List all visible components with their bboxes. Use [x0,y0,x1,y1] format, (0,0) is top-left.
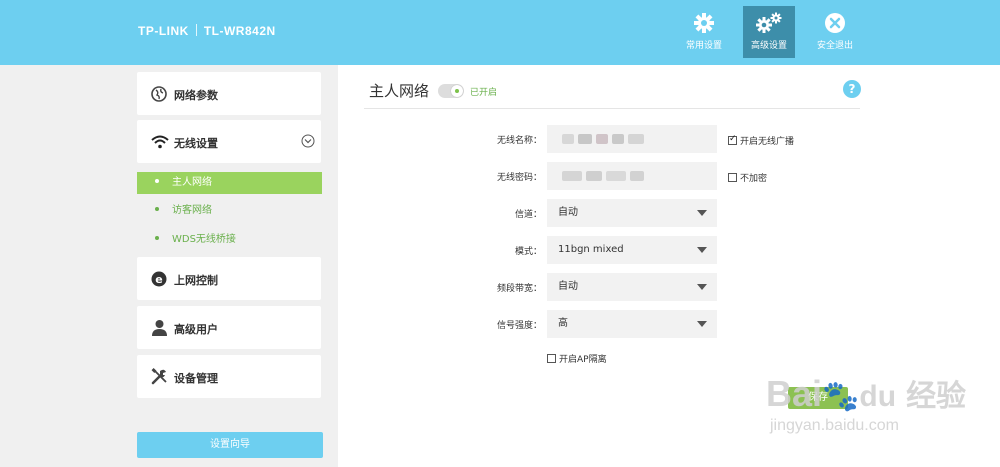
blurred-text [612,134,624,144]
blurred-text [596,134,608,144]
sidebar-item-wireless[interactable]: 无线设置 [137,120,321,163]
ssid-input[interactable] [547,125,717,153]
broadcast-checkbox[interactable]: 开启无线广播 [728,134,794,147]
sidebar-item-device-management[interactable]: 设备管理 [137,355,321,398]
select-value: 自动 [558,207,578,218]
signal-strength-select[interactable]: 高 [547,310,717,338]
checkbox-box[interactable] [728,134,737,145]
sidebar-subitem-wds[interactable]: WDS无线桥接 [137,229,322,251]
channel-select[interactable]: 自动 [547,199,717,227]
page-title: 主人网络 [369,82,430,100]
globe-icon [151,86,167,102]
gears-icon [756,12,782,33]
sidebar-item-label: 高级用户 [174,323,218,336]
dropdown-arrow-icon [697,284,707,290]
no-encryption-checkbox[interactable]: 不加密 [728,171,767,184]
nav-common-settings[interactable]: 常用设置 [678,6,730,58]
sidebar-item-label: 设备管理 [174,372,218,385]
subitem-label: 主人网络 [172,177,212,188]
subitem-label: 访客网络 [172,205,212,216]
internet-icon: e [151,271,167,287]
watermark-url: jingyan.baidu.com [770,417,899,434]
sidebar-item-label: 无线设置 [174,137,218,150]
close-circle-icon [825,13,845,33]
blurred-text [606,171,626,181]
wifi-icon [151,135,169,149]
watermark-logo: Bai🐾du 经验 [766,373,967,414]
brand-name: TP-LINK [138,24,189,38]
user-icon [152,320,167,336]
password-input[interactable] [547,162,717,190]
nav-advanced-settings[interactable]: 高级设置 [743,6,795,58]
sidebar-item-label: 网络参数 [174,89,218,102]
dropdown-arrow-icon [697,210,707,216]
nav-label: 安全退出 [816,41,853,51]
setup-wizard-button[interactable]: 设置向导 [137,432,323,458]
network-toggle[interactable] [438,84,464,98]
bandwidth-label: 频段带宽： [496,284,542,294]
subitem-label: WDS无线桥接 [172,234,236,245]
divider [364,108,860,109]
checkbox-label: 不加密 [740,174,768,184]
select-value: 自动 [558,281,578,292]
sidebar-item-advanced-user[interactable]: 高级用户 [137,306,321,349]
signal-strength-label: 信号强度： [496,321,542,331]
dropdown-arrow-icon [697,247,707,253]
checkbox-box[interactable] [728,173,737,182]
toggle-status-label: 已开启 [470,88,498,98]
dropdown-arrow-icon [697,321,707,327]
password-label: 无线密码： [496,173,542,183]
checkbox-box[interactable] [547,354,556,363]
checkbox-label: 开启无线广播 [740,137,795,147]
chevron-down-icon[interactable] [301,134,315,148]
channel-label: 信道： [514,210,542,220]
blurred-text [578,134,592,144]
blurred-text [628,134,644,144]
tools-icon [151,368,167,385]
sidebar-subitem-guest-network[interactable]: 访客网络 [137,200,322,222]
sidebar-subitem-host-network[interactable]: 主人网络 [137,172,322,194]
bullet-icon [155,236,159,240]
select-value: 高 [558,318,568,329]
ssid-label: 无线名称： [496,136,542,146]
bandwidth-select[interactable]: 自动 [547,273,717,301]
blurred-text [562,171,582,181]
blurred-text [586,171,602,181]
blurred-text [630,171,644,181]
blurred-text [562,134,574,144]
help-icon[interactable]: ? [843,80,861,98]
nav-label: 常用设置 [685,41,722,51]
select-value: 11bgn mixed [558,244,624,255]
brand-logo: TP-LINK TL-WR842N [138,24,276,38]
model-name: TL-WR842N [203,24,276,38]
main-panel: 主人网络 已开启 ? 无线名称： 开启无线广播 无线密码： 不加密 信道： 自动… [338,65,1000,467]
toggle-knob [451,85,463,97]
nav-label: 高级设置 [750,41,787,51]
top-header: TP-LINK TL-WR842N 常用设置 高级设置 安全退出 [0,0,1000,65]
gear-icon [694,13,714,33]
nav-logout[interactable]: 安全退出 [809,6,861,58]
svg-text:e: e [155,273,162,286]
bullet-icon [155,179,159,183]
sidebar-item-internet-control[interactable]: e 上网控制 [137,257,321,300]
mode-select[interactable]: 11bgn mixed [547,236,717,264]
mode-label: 模式： [514,247,542,257]
ap-isolation-checkbox[interactable]: 开启AP隔离 [547,352,607,365]
sidebar-item-label: 上网控制 [174,274,218,287]
bullet-icon [155,207,159,211]
checkbox-label: 开启AP隔离 [559,355,607,365]
sidebar-item-network[interactable]: 网络参数 [137,72,321,115]
